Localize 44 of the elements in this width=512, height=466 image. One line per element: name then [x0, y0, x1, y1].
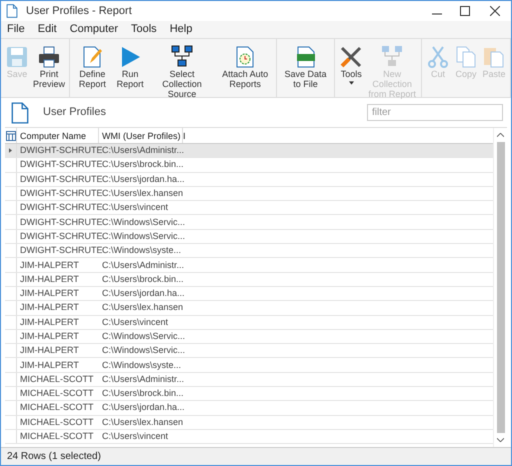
table-cell-text: C:\Users\lex.hansen [101, 416, 183, 429]
toolbar-button[interactable]: Print Preview [32, 45, 66, 89]
column-header[interactable]: Computer Name [17, 128, 99, 143]
table-cell-text: C:\Users\brock.bin... [101, 272, 183, 286]
menu-item[interactable]: Computer [68, 21, 120, 38]
toolbar-button[interactable]: Define Report [73, 45, 112, 89]
table-cell-text: MICHAEL-SCOTT [19, 430, 95, 444]
menu-item[interactable]: File [5, 21, 27, 38]
table-cell-text: C:\Users\Administr... [101, 258, 183, 272]
table-cell-text: C:\Windows\Servic... [101, 344, 183, 358]
table-cell-text: MICHAEL-SCOTT [19, 387, 95, 400]
toolbar-button[interactable]: Select Collection Source [148, 45, 216, 99]
table-cell-text: C:\Users\Administr... [101, 372, 183, 386]
filter-field[interactable]: filter [367, 104, 503, 121]
menu-item[interactable]: Help [168, 21, 194, 38]
table-cell-text: C:\Users\vincent [101, 430, 170, 444]
status-text: 24 Rows (1 selected) [7, 450, 101, 464]
table-cell-text: C:\Windows\Servic... [101, 330, 183, 343]
table-cell-text: JIM-HALPERT [19, 287, 80, 300]
toolbar-button[interactable]: Tools [338, 45, 364, 85]
window-title: User Profiles - Report [26, 4, 132, 19]
toolbar-button[interactable]: Run Report [114, 45, 146, 89]
table-cell-text: C:\Users\jordan.ha... [101, 401, 183, 414]
table-cell-text: C:\Users\lex.hansen [101, 301, 183, 314]
table-cell-text: C:\Windows\syste... [101, 358, 182, 372]
table-cell-text: C:\Users\brock.bin... [101, 387, 183, 400]
table-cell-text: JIM-HALPERT [19, 330, 80, 343]
table-cell-text: JIM-HALPERT [19, 316, 80, 329]
table-cell-text: MICHAEL-SCOTT [19, 372, 95, 386]
table-cell-text: MICHAEL-SCOTT [19, 416, 95, 429]
table-cell-text: MICHAEL-SCOTT [19, 401, 95, 414]
table-cell-text: JIM-HALPERT [19, 258, 80, 272]
table-cell-text: JIM-HALPERT [19, 358, 80, 372]
menu-item[interactable]: Edit [36, 21, 59, 38]
table-cell-text: C:\Users\vincent [101, 316, 170, 329]
table-cell-text: JIM-HALPERT [19, 272, 80, 286]
table-cell-text: JIM-HALPERT [19, 344, 80, 358]
table-cell-text: C:\Users\jordan.ha... [101, 287, 183, 300]
toolbar-button[interactable]: Save Data to File [280, 45, 332, 89]
table-cell-text: JIM-HALPERT [19, 301, 80, 314]
report-title: User Profiles [43, 105, 106, 120]
column-header[interactable]: WMI (User Profiles) I [99, 128, 183, 143]
toolbar-button[interactable]: Attach Auto Reports [218, 45, 273, 89]
menu-item[interactable]: Tools [129, 21, 159, 38]
